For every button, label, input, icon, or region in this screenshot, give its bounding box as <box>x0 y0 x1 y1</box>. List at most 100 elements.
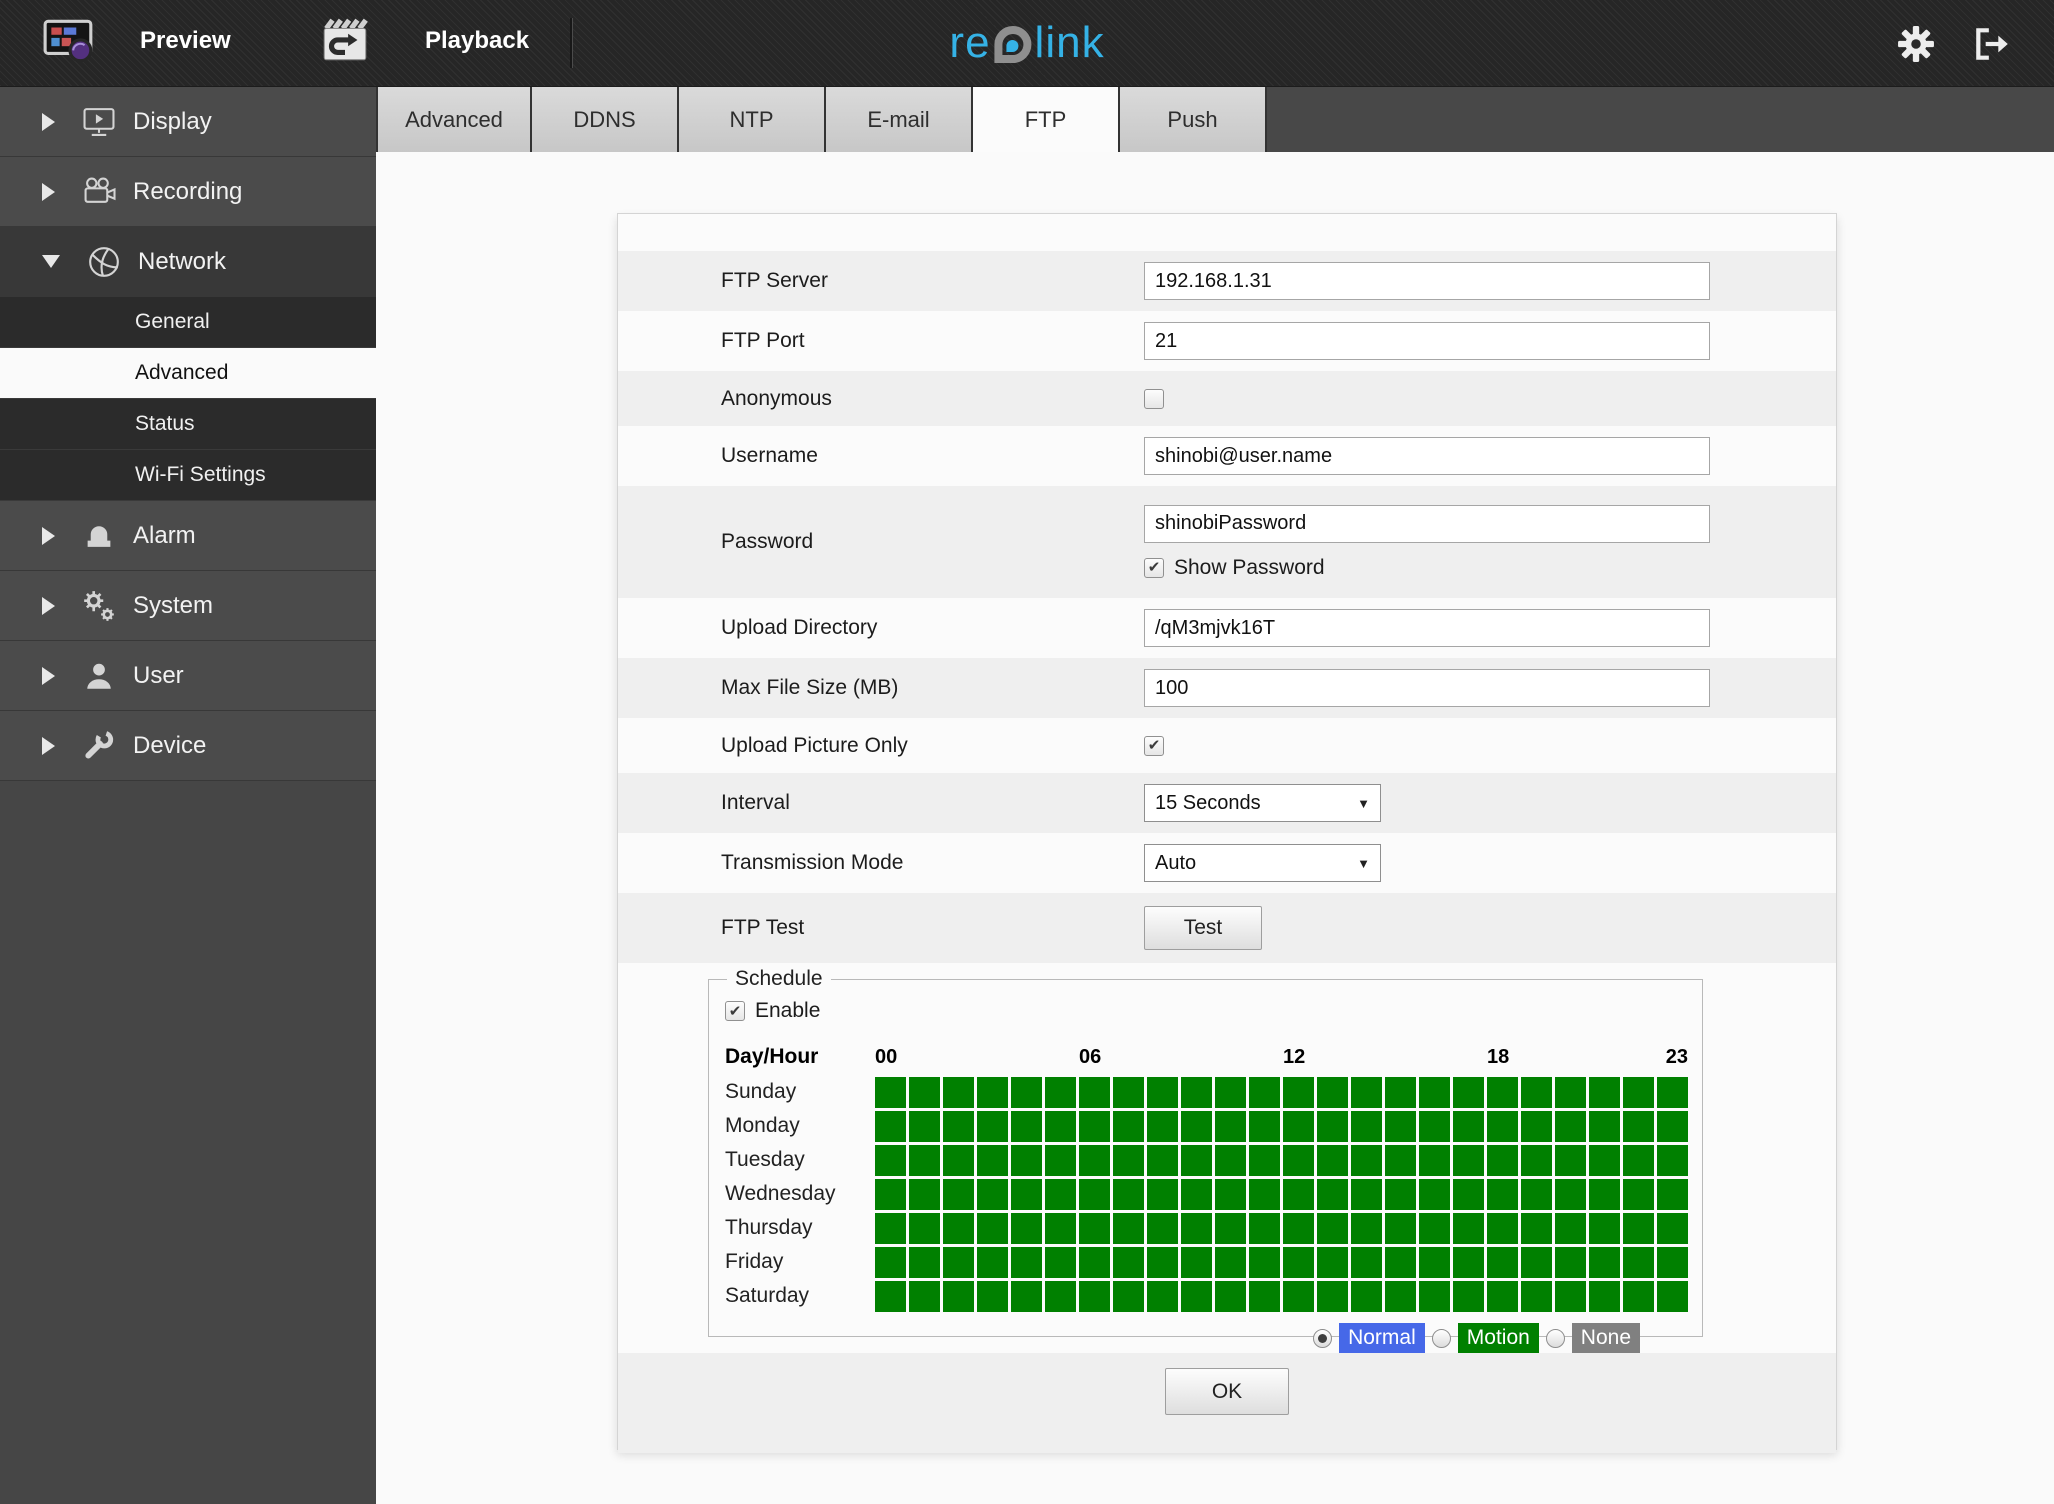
schedule-mode-badge-normal[interactable]: Normal <box>1339 1323 1425 1353</box>
schedule-cell[interactable] <box>1657 1144 1688 1176</box>
schedule-cell[interactable] <box>1317 1212 1348 1244</box>
schedule-cell[interactable] <box>1385 1110 1416 1142</box>
schedule-cell[interactable] <box>1147 1212 1178 1244</box>
schedule-cell[interactable] <box>1215 1178 1246 1210</box>
schedule-cell[interactable] <box>1317 1144 1348 1176</box>
schedule-cell[interactable] <box>1589 1178 1620 1210</box>
tab-advanced[interactable]: Advanced <box>376 87 532 152</box>
schedule-cell[interactable] <box>909 1280 940 1312</box>
schedule-cell[interactable] <box>1045 1076 1076 1108</box>
schedule-cell[interactable] <box>1623 1178 1654 1210</box>
schedule-cell[interactable] <box>1623 1076 1654 1108</box>
schedule-cell[interactable] <box>1487 1246 1518 1278</box>
schedule-cell[interactable] <box>1385 1178 1416 1210</box>
schedule-cell[interactable] <box>1249 1212 1280 1244</box>
schedule-cell[interactable] <box>1419 1178 1450 1210</box>
schedule-enable-checkbox[interactable] <box>725 1001 745 1021</box>
schedule-cell[interactable] <box>1283 1076 1314 1108</box>
show-password-checkbox[interactable] <box>1144 557 1164 578</box>
logout-icon[interactable] <box>1972 25 2012 68</box>
schedule-cell[interactable] <box>1657 1246 1688 1278</box>
schedule-cell[interactable] <box>1249 1178 1280 1210</box>
schedule-cell[interactable] <box>977 1280 1008 1312</box>
schedule-cell[interactable] <box>1079 1144 1110 1176</box>
schedule-cell[interactable] <box>977 1110 1008 1142</box>
schedule-cell[interactable] <box>1623 1280 1654 1312</box>
password-input[interactable] <box>1144 504 1710 543</box>
schedule-cell[interactable] <box>1487 1280 1518 1312</box>
schedule-cell[interactable] <box>1385 1144 1416 1176</box>
schedule-cell[interactable] <box>875 1246 906 1278</box>
playback-tab[interactable]: Playback <box>425 27 529 55</box>
schedule-cell[interactable] <box>1521 1212 1552 1244</box>
schedule-cell[interactable] <box>1555 1178 1586 1210</box>
schedule-cell[interactable] <box>1181 1144 1212 1176</box>
schedule-cell[interactable] <box>1555 1212 1586 1244</box>
schedule-cell[interactable] <box>1657 1110 1688 1142</box>
schedule-cell[interactable] <box>1215 1110 1246 1142</box>
schedule-cell[interactable] <box>977 1076 1008 1108</box>
ok-button[interactable]: OK <box>1165 1368 1289 1415</box>
schedule-cell[interactable] <box>1011 1144 1042 1176</box>
tab-e-mail[interactable]: E-mail <box>826 87 973 152</box>
schedule-cell[interactable] <box>1317 1178 1348 1210</box>
schedule-cell[interactable] <box>1045 1144 1076 1176</box>
schedule-cell[interactable] <box>1045 1110 1076 1142</box>
schedule-cell[interactable] <box>1181 1212 1212 1244</box>
schedule-cell[interactable] <box>1215 1280 1246 1312</box>
sidebar-item-user[interactable]: User <box>0 641 376 711</box>
schedule-cell[interactable] <box>875 1110 906 1142</box>
schedule-cell[interactable] <box>1011 1212 1042 1244</box>
schedule-cell[interactable] <box>1351 1280 1382 1312</box>
schedule-cell[interactable] <box>1147 1076 1178 1108</box>
schedule-cell[interactable] <box>909 1212 940 1244</box>
schedule-cell[interactable] <box>1589 1076 1620 1108</box>
username-input[interactable] <box>1144 437 1710 475</box>
schedule-cell[interactable] <box>1521 1178 1552 1210</box>
schedule-cell[interactable] <box>1079 1246 1110 1278</box>
schedule-cell[interactable] <box>1181 1076 1212 1108</box>
schedule-cell[interactable] <box>1283 1280 1314 1312</box>
schedule-cell[interactable] <box>875 1280 906 1312</box>
schedule-cell[interactable] <box>1113 1280 1144 1312</box>
schedule-cell[interactable] <box>1113 1178 1144 1210</box>
schedule-cell[interactable] <box>1623 1246 1654 1278</box>
schedule-cell[interactable] <box>1317 1246 1348 1278</box>
schedule-cell[interactable] <box>1045 1212 1076 1244</box>
interval-select[interactable]: 15 Seconds ▼ <box>1144 784 1381 822</box>
playback-icon[interactable] <box>318 18 372 69</box>
schedule-cell[interactable] <box>1487 1076 1518 1108</box>
tab-ntp[interactable]: NTP <box>679 87 826 152</box>
schedule-cell[interactable] <box>875 1178 906 1210</box>
schedule-cell[interactable] <box>875 1076 906 1108</box>
schedule-cell[interactable] <box>1419 1280 1450 1312</box>
schedule-cell[interactable] <box>1283 1246 1314 1278</box>
ftp-test-button[interactable]: Test <box>1144 906 1262 950</box>
schedule-cell[interactable] <box>1623 1144 1654 1176</box>
schedule-cell[interactable] <box>1215 1246 1246 1278</box>
schedule-cell[interactable] <box>1453 1212 1484 1244</box>
schedule-cell[interactable] <box>1419 1110 1450 1142</box>
sidebar-item-alarm[interactable]: Alarm <box>0 501 376 571</box>
schedule-cell[interactable] <box>943 1110 974 1142</box>
schedule-cell[interactable] <box>1385 1246 1416 1278</box>
schedule-cell[interactable] <box>1181 1110 1212 1142</box>
transmission-mode-select[interactable]: Auto ▼ <box>1144 844 1381 882</box>
schedule-cell[interactable] <box>1555 1144 1586 1176</box>
sidebar-item-recording[interactable]: Recording <box>0 157 376 227</box>
schedule-cell[interactable] <box>1283 1178 1314 1210</box>
schedule-cell[interactable] <box>943 1178 974 1210</box>
sidebar-subitem-status[interactable]: Status <box>0 399 376 450</box>
schedule-cell[interactable] <box>1487 1110 1518 1142</box>
schedule-cell[interactable] <box>1215 1212 1246 1244</box>
schedule-cell[interactable] <box>1351 1144 1382 1176</box>
schedule-cell[interactable] <box>1113 1110 1144 1142</box>
schedule-cell[interactable] <box>1249 1110 1280 1142</box>
preview-icon[interactable] <box>42 18 96 69</box>
schedule-cell[interactable] <box>1249 1280 1280 1312</box>
schedule-cell[interactable] <box>1045 1178 1076 1210</box>
schedule-cell[interactable] <box>1011 1246 1042 1278</box>
sidebar-item-network[interactable]: Network <box>0 227 376 297</box>
preview-tab[interactable]: Preview <box>140 27 231 55</box>
max-file-size-input[interactable] <box>1144 669 1710 707</box>
